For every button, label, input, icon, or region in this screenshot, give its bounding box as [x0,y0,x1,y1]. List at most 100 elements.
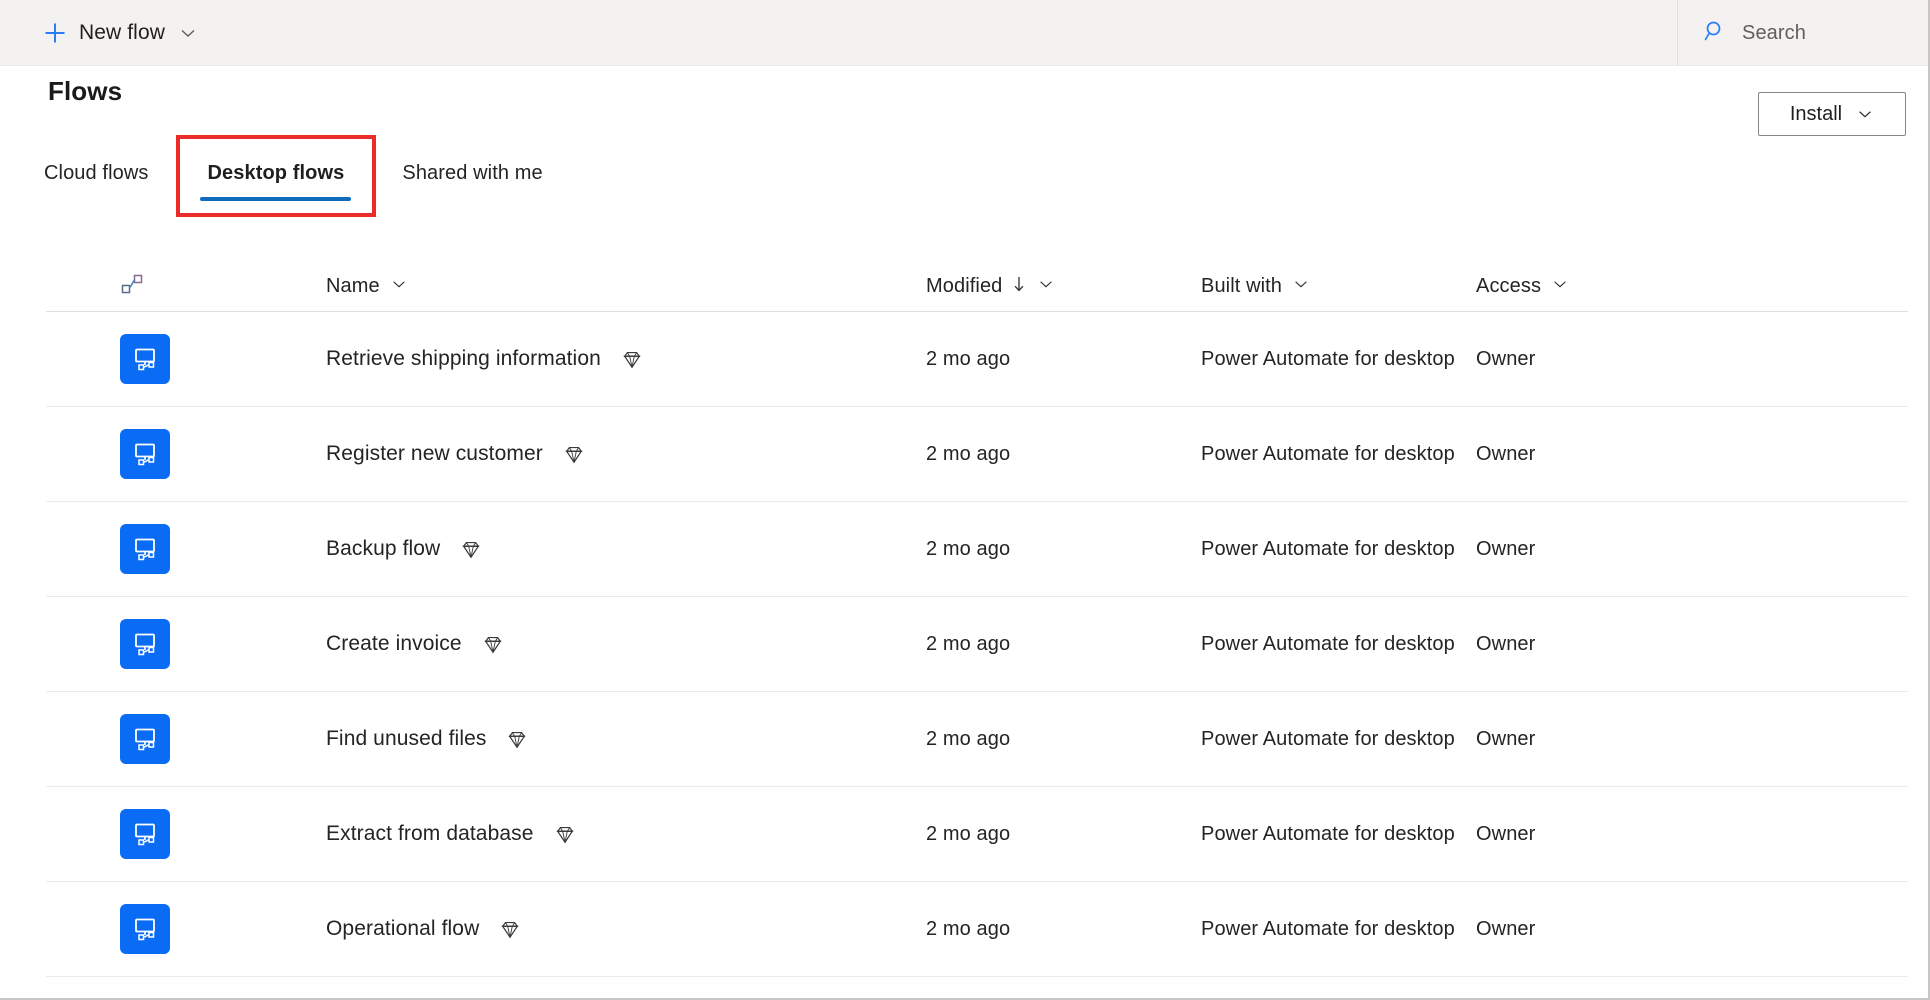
flows-table: Name Modified Built with Access Retrieve… [46,262,1908,977]
row-modified-cell: 2 mo ago [926,823,1201,846]
chevron-down-icon [178,23,198,43]
tab-cloud-flows[interactable]: Cloud flows [44,152,178,194]
modified-value: 2 mo ago [926,347,1011,370]
command-bar-left: New flow [0,0,198,65]
tab-label: Shared with me [402,161,543,184]
chevron-down-icon [390,275,408,299]
row-built-with-cell: Power Automate for desktop [1201,633,1476,656]
column-header-access[interactable]: Access [1476,275,1908,299]
flow-name: Retrieve shipping information [326,347,601,370]
built-with-value: Power Automate for desktop [1201,822,1455,845]
access-value: Owner [1476,822,1536,845]
search-icon [1703,19,1727,48]
chevron-down-icon [1037,275,1055,299]
row-icon-cell [46,714,186,764]
table-row[interactable]: Backup flow 2 mo ago Power Automate for … [46,502,1908,597]
tab-desktop-flows[interactable]: Desktop flows [178,152,373,201]
row-access-cell: Owner [1476,823,1908,846]
row-name-cell[interactable]: Retrieve shipping information [186,347,926,371]
flow-connector-icon [120,272,144,301]
column-header-icon[interactable] [46,272,186,301]
row-name-cell[interactable]: Operational flow [186,917,926,941]
table-row[interactable]: Register new customer 2 mo ago Power Aut… [46,407,1908,502]
row-icon-cell [46,809,186,859]
arrow-down-icon [1011,274,1027,300]
row-name-cell[interactable]: Extract from database [186,822,926,846]
table-row[interactable]: Find unused files 2 mo ago Power Automat… [46,692,1908,787]
desktop-flow-icon [120,334,170,384]
row-name-cell[interactable]: Register new customer [186,442,926,466]
column-header-label: Built with [1201,275,1283,297]
row-icon-cell [46,334,186,384]
plus-icon [44,22,66,44]
flows-tabs: Cloud flows Desktop flows Shared with me [44,152,572,201]
modified-value: 2 mo ago [926,822,1011,845]
row-built-with-cell: Power Automate for desktop [1201,918,1476,941]
modified-value: 2 mo ago [926,632,1011,655]
column-header-label: Modified [926,275,1003,297]
tab-shared-with-me[interactable]: Shared with me [373,152,571,194]
row-modified-cell: 2 mo ago [926,348,1201,371]
row-name-cell[interactable]: Find unused files [186,727,926,751]
column-header-label: Name [326,275,380,297]
install-label: Install [1789,102,1843,125]
command-bar-right: Search [1677,0,1928,66]
row-name-cell[interactable]: Create invoice [186,632,926,656]
table-row[interactable]: Operational flow 2 mo ago Power Automate… [46,882,1908,977]
column-header-name[interactable]: Name [186,275,926,299]
new-flow-label: New flow [79,20,165,44]
desktop-flow-icon [120,809,170,859]
search-placeholder: Search [1742,21,1806,44]
page-title: Flows [48,76,123,106]
tab-label: Cloud flows [44,161,149,184]
search-input[interactable]: Search [1678,0,1928,66]
row-access-cell: Owner [1476,443,1908,466]
access-value: Owner [1476,442,1536,465]
row-built-with-cell: Power Automate for desktop [1201,538,1476,561]
flows-page: New flow Search Flows Install Cloud flow… [0,0,1930,1000]
command-bar: New flow Search [0,0,1928,66]
chevron-down-icon [1856,105,1874,123]
modified-value: 2 mo ago [926,442,1011,465]
modified-value: 2 mo ago [926,537,1011,560]
flow-name: Create invoice [326,632,462,655]
new-flow-button[interactable]: New flow [44,0,198,65]
built-with-value: Power Automate for desktop [1201,917,1455,940]
desktop-flow-icon [120,619,170,669]
row-access-cell: Owner [1476,728,1908,751]
flow-name: Extract from database [326,822,534,845]
row-modified-cell: 2 mo ago [926,918,1201,941]
row-access-cell: Owner [1476,348,1908,371]
row-modified-cell: 2 mo ago [926,538,1201,561]
row-built-with-cell: Power Automate for desktop [1201,443,1476,466]
access-value: Owner [1476,632,1536,655]
row-access-cell: Owner [1476,918,1908,941]
install-button[interactable]: Install [1758,92,1906,136]
table-row[interactable]: Create invoice 2 mo ago Power Automate f… [46,597,1908,692]
access-value: Owner [1476,727,1536,750]
desktop-flow-icon [120,429,170,479]
access-value: Owner [1476,347,1536,370]
modified-value: 2 mo ago [926,727,1011,750]
table-header-row: Name Modified Built with Access [46,262,1908,312]
column-header-label: Access [1476,275,1542,297]
desktop-flow-icon [120,524,170,574]
row-icon-cell [46,904,186,954]
built-with-value: Power Automate for desktop [1201,632,1455,655]
access-value: Owner [1476,537,1536,560]
row-name-cell[interactable]: Backup flow [186,537,926,561]
access-value: Owner [1476,917,1536,940]
row-access-cell: Owner [1476,633,1908,656]
column-header-built-with[interactable]: Built with [1201,275,1476,299]
modified-value: 2 mo ago [926,917,1011,940]
table-row[interactable]: Retrieve shipping information 2 mo ago P… [46,312,1908,407]
row-icon-cell [46,429,186,479]
row-modified-cell: 2 mo ago [926,728,1201,751]
chevron-down-icon [1292,275,1310,299]
table-row[interactable]: Extract from database 2 mo ago Power Aut… [46,787,1908,882]
row-icon-cell [46,524,186,574]
built-with-value: Power Automate for desktop [1201,347,1455,370]
flow-name: Backup flow [326,537,441,560]
column-header-modified[interactable]: Modified [926,274,1201,300]
row-built-with-cell: Power Automate for desktop [1201,823,1476,846]
